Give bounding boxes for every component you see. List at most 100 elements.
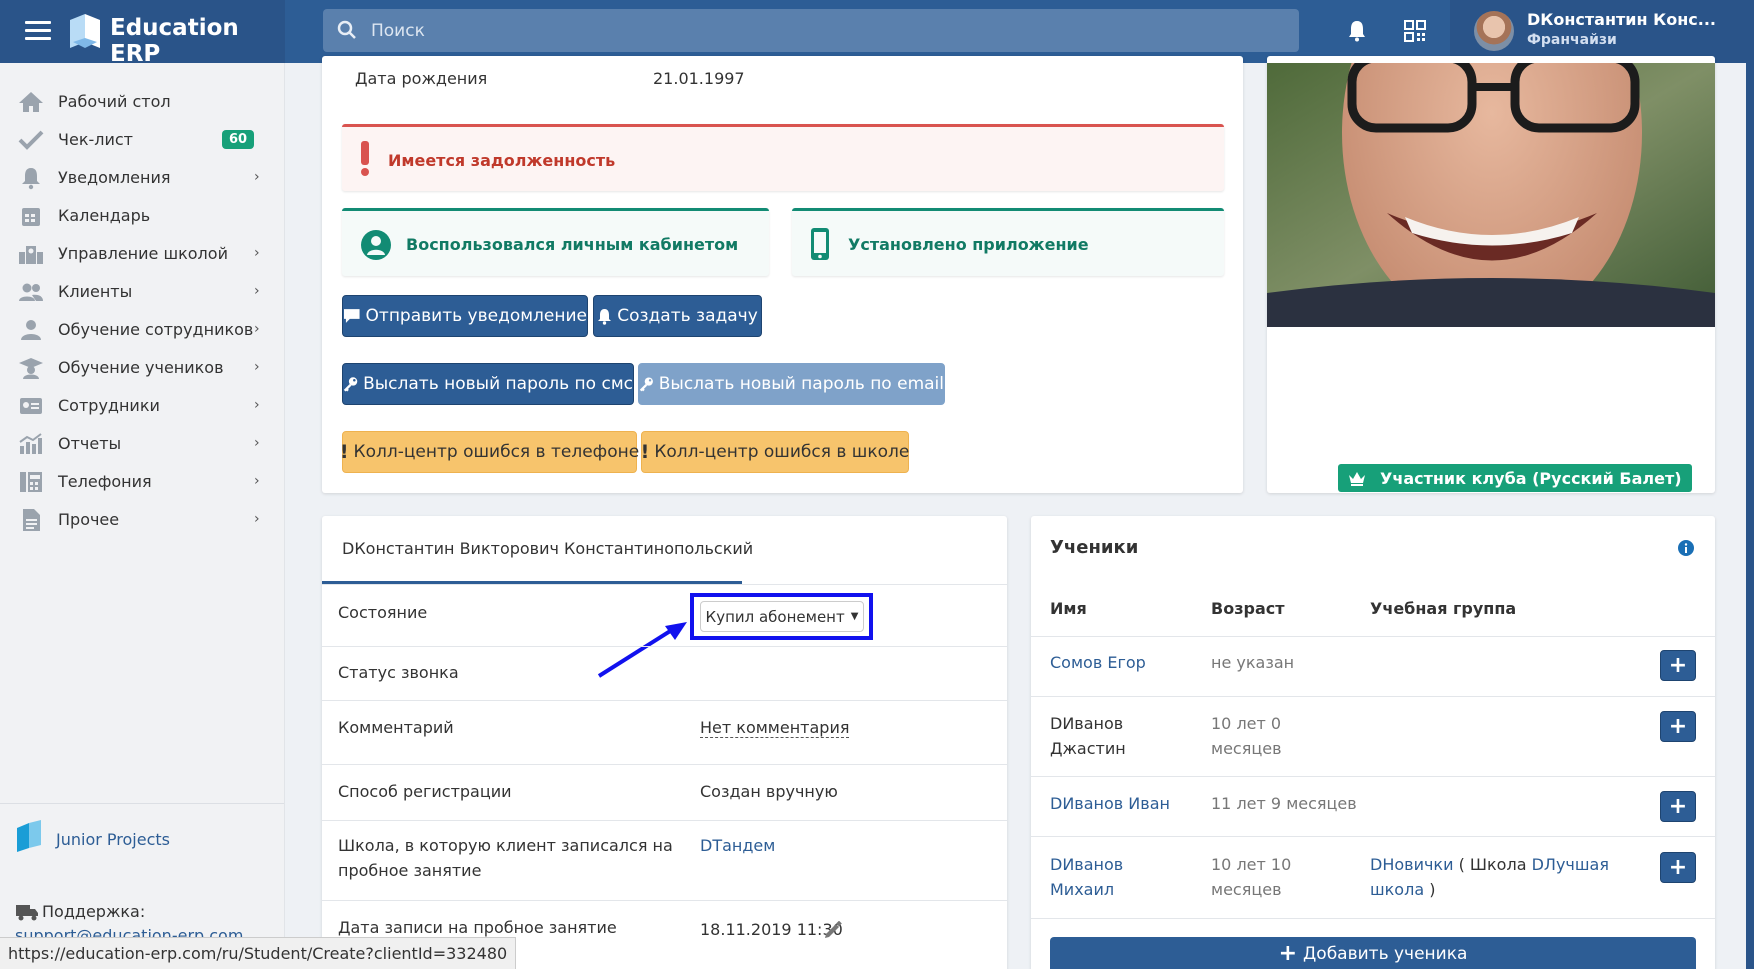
tab-client-name[interactable]: DКонстантин Викторович Константинопольск… [342, 539, 753, 558]
sidebar-item-telephony[interactable]: Телефония › [0, 465, 285, 499]
junior-projects-logo-icon [17, 820, 41, 852]
student-age-line2: месяцев [1211, 880, 1282, 899]
student-age: 10 лет 0 [1211, 714, 1282, 733]
app-info-box: Установлено приложение [792, 208, 1224, 276]
graduation-cap-icon [19, 358, 43, 379]
registration-method-label: Способ регистрации [338, 782, 512, 801]
sidebar-item-school-management[interactable]: Управление школой › [0, 237, 285, 271]
trial-school-label-line1: Школа, в которую клиент записался на [338, 836, 673, 855]
student-name-link-line2[interactable]: Михаил [1050, 877, 1114, 903]
sidebar-item-label: Управление школой [58, 244, 228, 263]
menu-toggle-icon[interactable] [25, 21, 51, 41]
add-to-group-button[interactable]: + [1660, 650, 1696, 681]
divider [322, 900, 1007, 901]
sidebar-item-calendar[interactable]: Календарь [0, 199, 285, 233]
phone-book-icon [20, 472, 42, 492]
group-school-link[interactable]: DЛучшая [1532, 855, 1609, 874]
add-to-group-button[interactable]: + [1660, 711, 1696, 742]
search-input[interactable] [371, 9, 1271, 52]
sidebar-item-notifications[interactable]: Уведомления › [0, 161, 285, 195]
create-task-button[interactable]: Создать задачу [593, 295, 762, 337]
divider [322, 646, 1007, 647]
comment-value[interactable]: Нет комментария [700, 718, 850, 738]
calendar-icon [22, 208, 40, 226]
search-icon [337, 20, 356, 39]
sidebar-item-label: Уведомления [58, 168, 171, 187]
send-notification-button[interactable]: Отправить уведомление [342, 295, 588, 337]
group-school-link-line2[interactable]: школа [1370, 880, 1424, 899]
bell-icon [22, 168, 40, 190]
chevron-right-icon: › [254, 511, 260, 527]
student-group: DНовички ( Школа DЛучшая [1370, 852, 1609, 878]
divider [322, 820, 1007, 821]
registration-method-value: Создан вручную [700, 782, 838, 801]
divider [1031, 836, 1715, 837]
sidebar-item-label: Прочее [58, 510, 120, 529]
student-name: DИванов [1050, 714, 1124, 733]
exclamation-icon: ! [640, 441, 650, 463]
junior-projects-link[interactable]: Junior Projects [56, 830, 170, 849]
support-label: Поддержка: [42, 902, 146, 921]
add-to-group-button[interactable]: + [1660, 791, 1696, 822]
divider [322, 584, 1007, 585]
user-menu[interactable]: DКонстантин Конс... Франчайзи [1450, 0, 1754, 63]
info-icon[interactable] [1678, 540, 1694, 556]
sidebar-item-label: Клиенты [58, 282, 133, 301]
right-edge-bar [1746, 0, 1754, 969]
qr-code-icon[interactable] [1404, 20, 1426, 42]
sidebar-item-staff-training[interactable]: Обучение сотрудников › [0, 313, 285, 347]
sidebar-item-label: Сотрудники [58, 396, 160, 415]
crown-icon [1349, 472, 1365, 486]
chevron-right-icon: › [254, 283, 260, 299]
callcenter-school-error-label: Колл-центр ошибся в школе [654, 442, 910, 462]
chevron-right-icon: › [254, 397, 260, 413]
plus-icon: + [1668, 794, 1688, 819]
sidebar-item-reports[interactable]: Отчеты › [0, 427, 285, 461]
key-icon [343, 377, 358, 392]
chevron-right-icon: › [254, 473, 260, 489]
pencil-icon[interactable] [824, 921, 842, 939]
key-icon [639, 377, 653, 392]
student-name-link[interactable]: DИванов Иван [1050, 791, 1170, 817]
sidebar-item-other[interactable]: Прочее › [0, 503, 285, 537]
sidebar-item-clients[interactable]: Клиенты › [0, 275, 285, 309]
exclamation-icon [361, 141, 369, 176]
exclamation-icon: ! [339, 441, 349, 463]
app-title: Education ERP [110, 15, 239, 67]
student-name-link[interactable]: DИванов [1050, 852, 1123, 878]
student-age-line2: месяцев [1211, 739, 1282, 758]
browser-status-url: https://education-erp.com/ru/Student/Cre… [0, 937, 517, 969]
divider [322, 700, 1007, 701]
bell-icon[interactable] [1348, 20, 1366, 42]
sidebar-item-checklist[interactable]: Чек-лист 60 [0, 123, 285, 157]
home-icon [19, 92, 43, 112]
student-name-link[interactable]: Сомов Егор [1050, 650, 1146, 676]
trial-school-link[interactable]: DТандем [700, 836, 775, 855]
send-password-sms-button[interactable]: Выслать новый пароль по смс [342, 363, 634, 405]
divider [322, 764, 1007, 765]
staff-training-icon [21, 320, 41, 340]
add-to-group-button[interactable]: + [1660, 852, 1696, 883]
plus-icon: + [1668, 714, 1688, 739]
birth-date-label: Дата рождения [355, 69, 488, 88]
callcenter-school-error-button[interactable]: ! Колл-центр ошибся в школе [641, 431, 909, 473]
sidebar-item-label: Чек-лист [58, 130, 133, 149]
student-group-line2: школа ) [1370, 877, 1435, 903]
comment-label: Комментарий [338, 718, 454, 737]
sidebar-item-employees[interactable]: Сотрудники › [0, 389, 285, 423]
divider [1031, 636, 1715, 637]
add-student-button[interactable]: + Добавить ученика [1050, 937, 1696, 969]
send-password-email-button[interactable]: Выслать новый пароль по email [638, 363, 945, 405]
user-role: Франчайзи [1527, 32, 1617, 48]
group-link[interactable]: DНовички [1370, 855, 1453, 874]
brand-area: Education ERP [0, 0, 285, 67]
student-age: 10 лет 10 [1211, 855, 1292, 874]
search-box[interactable] [323, 9, 1299, 52]
sidebar-item-desktop[interactable]: Рабочий стол [0, 85, 285, 119]
sidebar-item-student-training[interactable]: Обучение учеников › [0, 351, 285, 385]
group-close-paren: ) [1429, 880, 1436, 899]
school-icon [19, 246, 43, 264]
callcenter-phone-error-button[interactable]: ! Колл-центр ошибся в телефоне [339, 431, 639, 473]
top-bar: Education ERP DКонстантин Конс... Франча… [0, 0, 1754, 67]
check-icon [18, 130, 44, 150]
